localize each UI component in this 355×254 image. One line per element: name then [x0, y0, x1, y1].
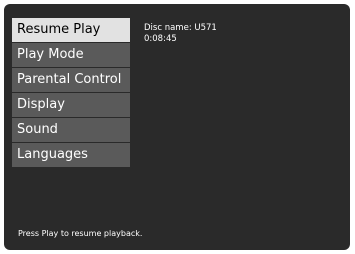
help-text: Press Play to resume playback.	[18, 229, 143, 238]
menu-item-sound[interactable]: Sound	[12, 118, 130, 142]
disc-info-panel: Disc name: U571 0:08:45	[144, 23, 217, 45]
menu-item-languages[interactable]: Languages	[12, 143, 130, 167]
menu-item-display[interactable]: Display	[12, 93, 130, 117]
menu-item-resume-play[interactable]: Resume Play	[12, 18, 130, 42]
menu-item-play-mode[interactable]: Play Mode	[12, 43, 130, 67]
playback-time: 0:08:45	[144, 34, 177, 44]
disc-name: Disc name: U571	[144, 23, 217, 33]
dvd-menu-screen: Resume Play Play Mode Parental Control D…	[4, 4, 350, 250]
main-menu: Resume Play Play Mode Parental Control D…	[12, 18, 130, 168]
menu-item-parental-control[interactable]: Parental Control	[12, 68, 130, 92]
